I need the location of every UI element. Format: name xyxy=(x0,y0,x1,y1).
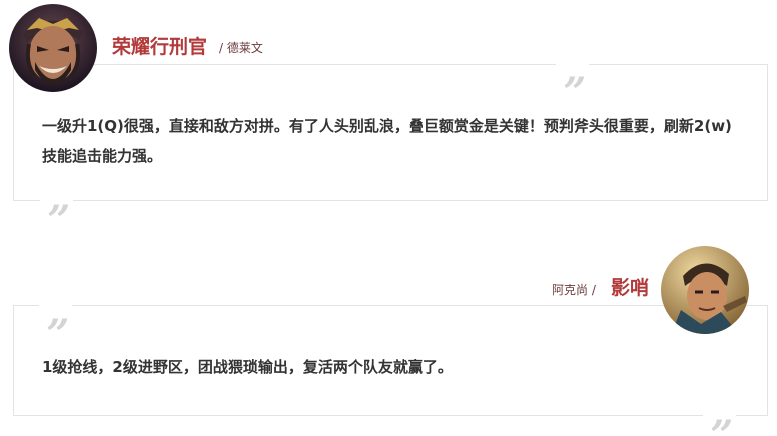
commenter-name-1: 荣耀行刑官 xyxy=(112,36,208,58)
quote-marks-icon: „ xyxy=(40,178,74,218)
comment-text-1: 一级升1(Q)很强，直接和敌方对拼。有了人头别乱浪，叠巨额赏金是关键！预判斧头很… xyxy=(42,117,732,165)
avatar-draven[interactable] xyxy=(9,4,97,92)
quote-marks-icon: „ xyxy=(556,50,590,90)
draven-portrait-icon xyxy=(9,4,97,92)
akshan-portrait-icon xyxy=(661,246,749,334)
avatar-akshan[interactable] xyxy=(661,246,749,334)
quote-marks-icon: „ xyxy=(703,393,737,433)
commenter-name-2: 影哨 xyxy=(611,277,650,299)
commenter-role-1: / 德莱文 xyxy=(219,41,263,55)
comment-text-2: 1级抢线，2级进野区，团战猥琐输出，复活两个队友就赢了。 xyxy=(42,358,453,376)
quote-marks-icon: „ xyxy=(39,292,73,332)
commenter-role-2: 阿克尚 / xyxy=(552,283,596,297)
